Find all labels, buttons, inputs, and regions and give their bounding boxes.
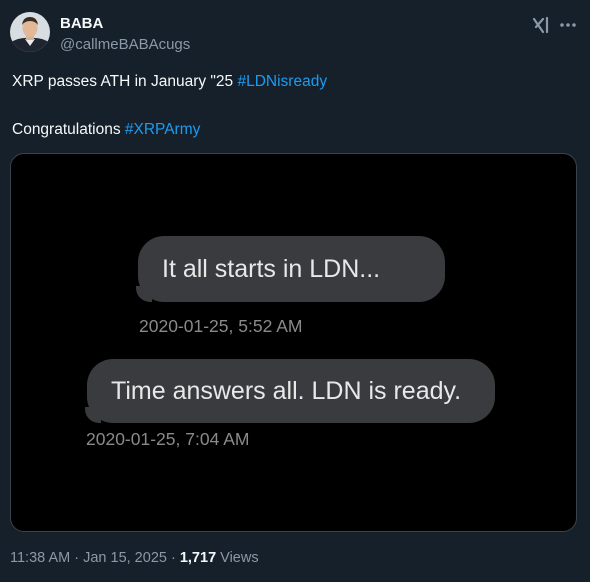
avatar-image bbox=[10, 12, 50, 52]
message-bubble: Time answers all. LDN is ready. bbox=[87, 359, 495, 423]
message-timestamp: 2020-01-25, 5:52 AM bbox=[139, 316, 303, 336]
author-display-name[interactable]: BABA bbox=[60, 15, 103, 32]
grok-icon-glyph bbox=[532, 16, 549, 34]
views-label: Views bbox=[216, 550, 259, 566]
message-timestamp: 2020-01-25, 7:04 AM bbox=[86, 429, 250, 449]
tweet-text: Congratulations bbox=[12, 121, 125, 138]
tweet-time-link[interactable]: 11:38 AM · Jan 15, 2025 bbox=[10, 550, 167, 566]
tweet: BABA @callmeBABAcugs XRP passes ATH in J… bbox=[0, 0, 590, 582]
more-icon[interactable] bbox=[557, 14, 579, 36]
author-handle[interactable]: @callmeBABAcugs bbox=[60, 36, 190, 53]
views-link[interactable]: 1,717 Views bbox=[180, 550, 259, 566]
hashtag-ldnisready[interactable]: #LDNisready bbox=[237, 73, 327, 90]
tweet-date: Jan 15, 2025 bbox=[83, 550, 167, 566]
message-text: Time answers all. LDN is ready. bbox=[111, 377, 462, 405]
tweet-text-line-2: Congratulations #XRPArmy bbox=[12, 120, 200, 140]
message-bubble: It all starts in LDN... bbox=[138, 236, 445, 302]
avatar[interactable] bbox=[10, 12, 50, 52]
meta-separator: · bbox=[166, 550, 180, 566]
tweet-time: 11:38 AM bbox=[10, 550, 71, 566]
tweet-meta: 11:38 AM · Jan 15, 2025 · 1,717 Views bbox=[10, 550, 259, 566]
tweet-media-image[interactable]: It all starts in LDN... 2020-01-25, 5:52… bbox=[10, 153, 577, 532]
more-icon-glyph bbox=[560, 23, 576, 27]
tweet-text: XRP passes ATH in January "25 bbox=[12, 73, 238, 90]
grok-icon[interactable] bbox=[530, 14, 552, 36]
message-text: It all starts in LDN... bbox=[162, 255, 381, 283]
meta-separator: · bbox=[70, 550, 84, 566]
hashtag-xrparmy[interactable]: #XRPArmy bbox=[125, 121, 201, 138]
tweet-text-line-1: XRP passes ATH in January "25 #LDNisread… bbox=[12, 72, 327, 92]
views-count: 1,717 bbox=[179, 550, 217, 566]
